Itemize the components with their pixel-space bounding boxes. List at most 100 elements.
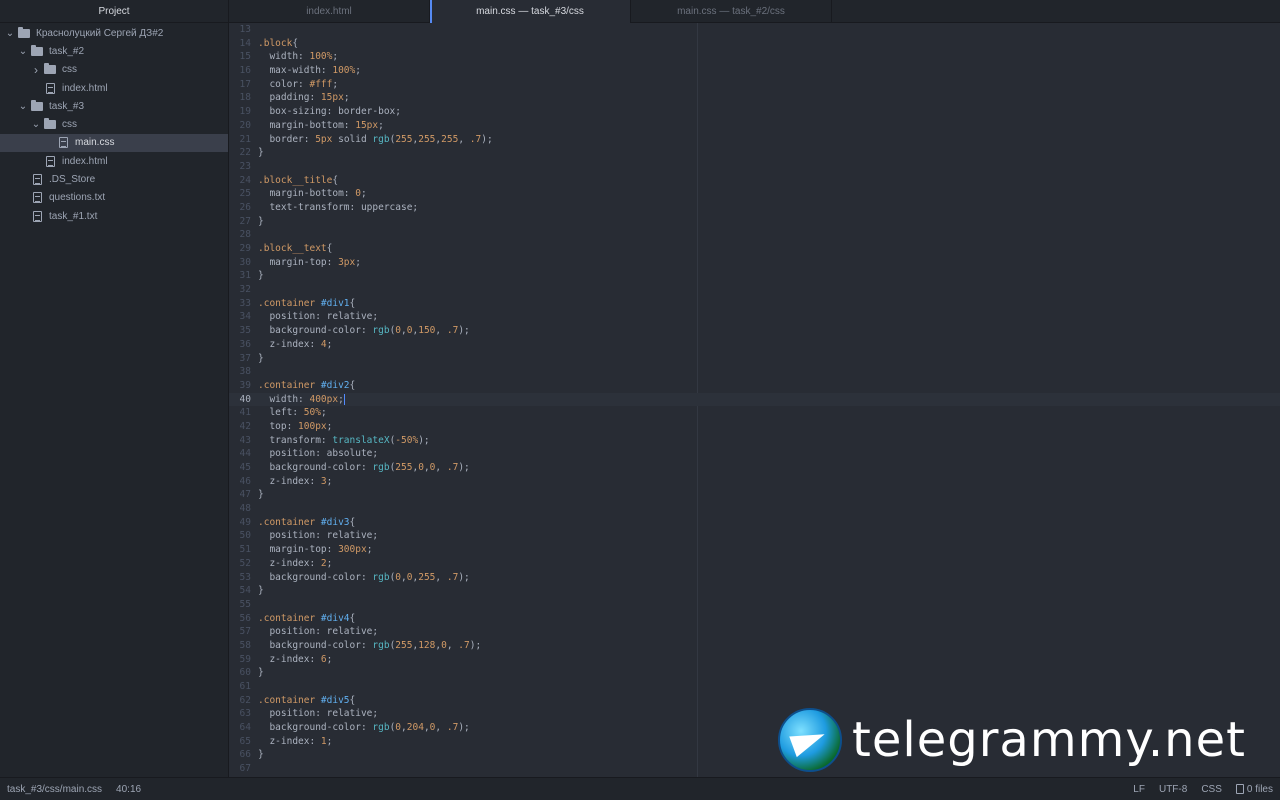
line-number[interactable]: 52 (229, 557, 251, 571)
line-number[interactable]: 50 (229, 529, 251, 543)
line-number[interactable]: 48 (229, 502, 251, 516)
status-git-files[interactable]: 0 files (1235, 784, 1273, 795)
code-line[interactable]: 51 margin-top: 300px; (229, 543, 1280, 557)
tree-folder-4[interactable]: ⌄ task_#3 (0, 97, 228, 115)
line-number[interactable]: 59 (229, 653, 251, 667)
line-number[interactable]: 17 (229, 78, 251, 92)
chevron-down-icon[interactable]: ⌄ (17, 101, 29, 112)
tree-file-7[interactable]: index.html (0, 152, 228, 170)
line-number[interactable]: 13 (229, 23, 251, 37)
status-line-ending[interactable]: LF (1133, 784, 1145, 795)
code-line[interactable]: 33 .container #div1{ (229, 297, 1280, 311)
tree-file-9[interactable]: questions.txt (0, 189, 228, 207)
line-number[interactable]: 39 (229, 379, 251, 393)
code-line[interactable]: 49 .container #div3{ (229, 516, 1280, 530)
line-number[interactable]: 43 (229, 434, 251, 448)
code-line[interactable]: 29 .block__text{ (229, 242, 1280, 256)
code-line[interactable]: 16 max-width: 100%; (229, 64, 1280, 78)
code-line[interactable]: 36 z-index: 4; (229, 338, 1280, 352)
code-line[interactable]: 61 (229, 680, 1280, 694)
line-number[interactable]: 55 (229, 598, 251, 612)
line-number[interactable]: 31 (229, 269, 251, 283)
code-line[interactable]: 43 transform: translateX(-50%); (229, 434, 1280, 448)
code-line[interactable]: 32 (229, 283, 1280, 297)
line-number[interactable]: 62 (229, 694, 251, 708)
line-number[interactable]: 57 (229, 625, 251, 639)
code-line[interactable]: 15 width: 100%; (229, 50, 1280, 64)
code-line[interactable]: 44 position: absolute; (229, 447, 1280, 461)
code-line[interactable]: 59 z-index: 6; (229, 653, 1280, 667)
tree-folder-5[interactable]: ⌄ css (0, 115, 228, 133)
code-line[interactable]: 21 border: 5px solid rgb(255,255,255, .7… (229, 133, 1280, 147)
tree-file-3[interactable]: index.html (0, 79, 228, 97)
code-line[interactable]: 19 box-sizing: border-box; (229, 105, 1280, 119)
status-file-path[interactable]: task_#3/css/main.css (7, 784, 102, 795)
line-number[interactable]: 49 (229, 516, 251, 530)
code-line[interactable]: 60} (229, 666, 1280, 680)
code-line[interactable]: 34 position: relative; (229, 310, 1280, 324)
line-number[interactable]: 65 (229, 735, 251, 749)
line-number[interactable]: 42 (229, 420, 251, 434)
line-number[interactable]: 29 (229, 242, 251, 256)
line-number[interactable]: 37 (229, 352, 251, 366)
code-line[interactable]: 37} (229, 352, 1280, 366)
code-lines[interactable]: 13 14 .block{15 width: 100%; 16 max-width: … (229, 23, 1280, 776)
code-line[interactable]: 13 (229, 23, 1280, 37)
line-number[interactable]: 32 (229, 283, 251, 297)
code-line[interactable]: 54} (229, 584, 1280, 598)
code-line[interactable]: 18 padding: 15px; (229, 91, 1280, 105)
line-number[interactable]: 64 (229, 721, 251, 735)
line-number[interactable]: 46 (229, 475, 251, 489)
code-line[interactable]: 24 .block__title{ (229, 174, 1280, 188)
line-number[interactable]: 51 (229, 543, 251, 557)
code-line[interactable]: 47} (229, 488, 1280, 502)
code-editor[interactable]: 13 14 .block{15 width: 100%; 16 max-width: … (229, 23, 1280, 777)
line-number[interactable]: 47 (229, 488, 251, 502)
line-number[interactable]: 35 (229, 324, 251, 338)
code-line[interactable]: 26 text-transform: uppercase; (229, 201, 1280, 215)
code-line[interactable]: 31} (229, 269, 1280, 283)
code-line[interactable]: 55 (229, 598, 1280, 612)
line-number[interactable]: 61 (229, 680, 251, 694)
code-line[interactable]: 48 (229, 502, 1280, 516)
chevron-down-icon[interactable]: ⌄ (4, 28, 16, 39)
line-number[interactable]: 26 (229, 201, 251, 215)
code-line[interactable]: 46 z-index: 3; (229, 475, 1280, 489)
line-number[interactable]: 45 (229, 461, 251, 475)
tree-file-10[interactable]: task_#1.txt (0, 207, 228, 225)
line-number[interactable]: 23 (229, 160, 251, 174)
line-number[interactable]: 21 (229, 133, 251, 147)
code-line[interactable]: 52 z-index: 2; (229, 557, 1280, 571)
line-number[interactable]: 66 (229, 748, 251, 762)
line-number[interactable]: 56 (229, 612, 251, 626)
line-number[interactable]: 25 (229, 187, 251, 201)
code-line[interactable]: 23 (229, 160, 1280, 174)
tab-2[interactable]: main.css — task_#2/css (631, 0, 832, 23)
sidebar-title[interactable]: Project (0, 0, 228, 23)
code-line[interactable]: 14 .block{ (229, 37, 1280, 51)
status-encoding[interactable]: UTF-8 (1159, 784, 1187, 795)
chevron-down-icon[interactable]: ⌄ (30, 119, 42, 130)
code-line[interactable]: 38 (229, 365, 1280, 379)
line-number[interactable]: 27 (229, 215, 251, 229)
code-line[interactable]: 35 background-color: rgb(0,0,150, .7); (229, 324, 1280, 338)
line-number[interactable]: 33 (229, 297, 251, 311)
line-number[interactable]: 63 (229, 707, 251, 721)
code-line[interactable]: 50 position: relative; (229, 529, 1280, 543)
line-number[interactable]: 16 (229, 64, 251, 78)
code-line[interactable]: 30 margin-top: 3px; (229, 256, 1280, 270)
line-number[interactable]: 30 (229, 256, 251, 270)
line-number[interactable]: 41 (229, 406, 251, 420)
chevron-down-icon[interactable]: ⌄ (17, 46, 29, 57)
line-number[interactable]: 14 (229, 37, 251, 51)
code-line[interactable]: 22} (229, 146, 1280, 160)
line-number[interactable]: 40 (229, 393, 251, 407)
code-line[interactable]: 56 .container #div4{ (229, 612, 1280, 626)
line-number[interactable]: 34 (229, 310, 251, 324)
line-number[interactable]: 38 (229, 365, 251, 379)
line-number[interactable]: 44 (229, 447, 251, 461)
code-line[interactable]: 28 (229, 228, 1280, 242)
line-number[interactable]: 28 (229, 228, 251, 242)
code-line[interactable]: 53 background-color: rgb(0,0,255, .7); (229, 571, 1280, 585)
tree-file-6[interactable]: main.css (0, 133, 228, 153)
